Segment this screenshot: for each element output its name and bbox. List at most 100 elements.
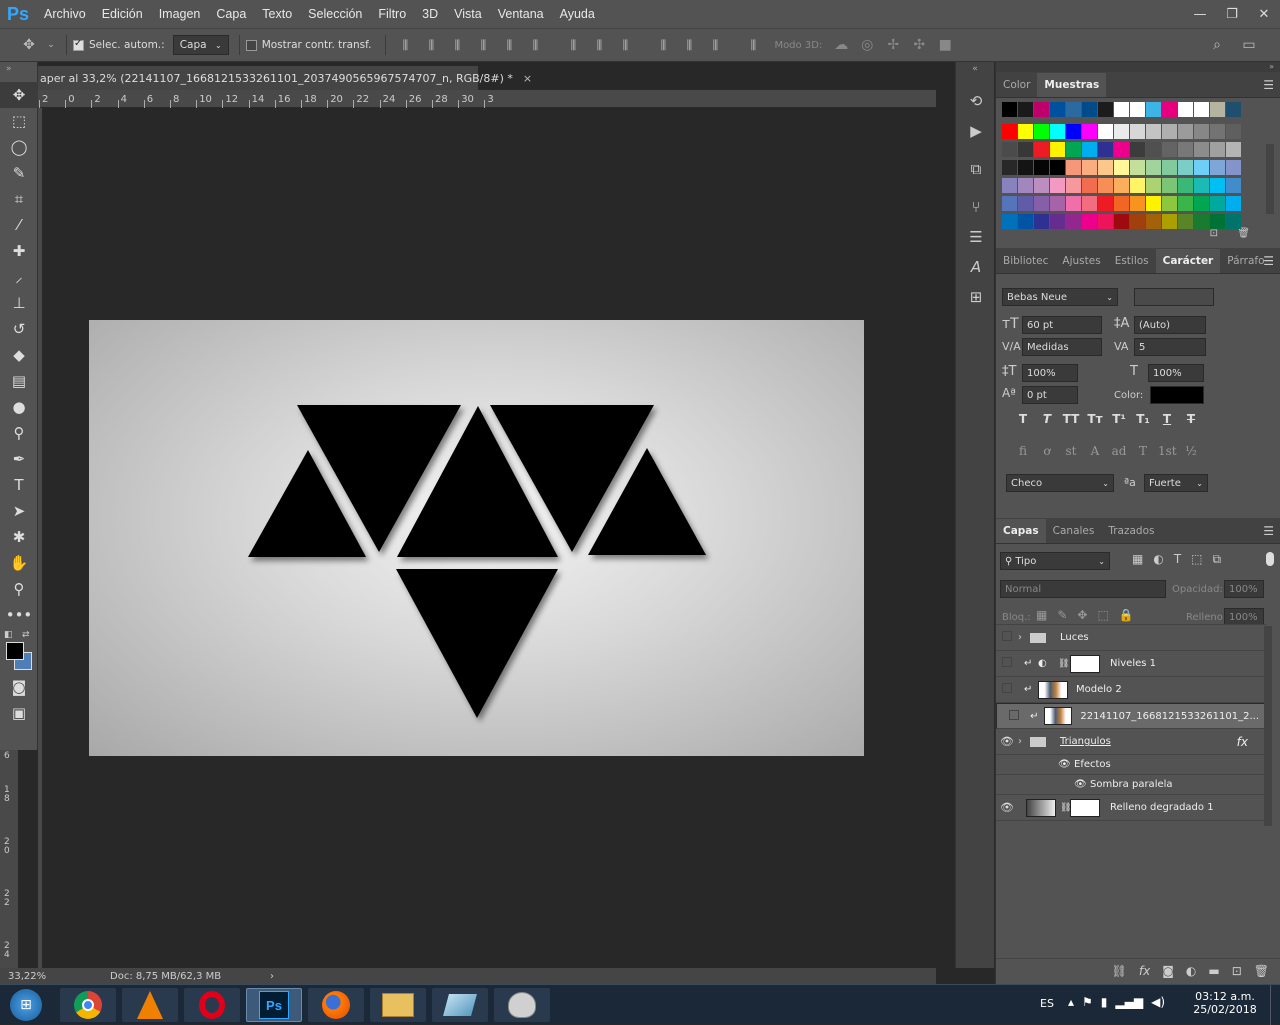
lock-all-icon[interactable]: 🔒 bbox=[1119, 608, 1134, 622]
blur-tool[interactable]: ● bbox=[0, 394, 38, 420]
swatch[interactable] bbox=[1066, 196, 1081, 211]
opentype-button[interactable]: A bbox=[1086, 444, 1104, 458]
dist-vcenter-icon[interactable]: ⫼ bbox=[590, 36, 608, 54]
layer-row[interactable]: › Luces bbox=[996, 625, 1266, 651]
explorer-taskbar-button[interactable] bbox=[370, 988, 426, 1022]
swatch[interactable] bbox=[1146, 178, 1161, 193]
input-language[interactable]: ES bbox=[1040, 997, 1054, 1010]
swatch[interactable] bbox=[1178, 160, 1193, 175]
swatch[interactable] bbox=[1018, 214, 1033, 229]
panel-menu-icon[interactable]: ☰ bbox=[1263, 254, 1274, 268]
swatch[interactable] bbox=[1050, 196, 1065, 211]
adjustments-icon[interactable]: ☰ bbox=[956, 222, 996, 252]
swatch[interactable] bbox=[1146, 214, 1161, 229]
swatch[interactable] bbox=[1162, 102, 1177, 117]
swatch[interactable] bbox=[1210, 160, 1225, 175]
lock-pixels-icon[interactable]: ✎ bbox=[1057, 608, 1067, 622]
swatch[interactable] bbox=[1130, 214, 1145, 229]
swatch[interactable] bbox=[1066, 178, 1081, 193]
opera-taskbar-button[interactable] bbox=[184, 988, 240, 1022]
swatch[interactable] bbox=[1034, 196, 1049, 211]
swatch[interactable] bbox=[1226, 102, 1241, 117]
power-icon[interactable]: ▮ bbox=[1101, 995, 1108, 1009]
swatch[interactable] bbox=[1194, 160, 1209, 175]
type-style-button[interactable]: T bbox=[1158, 412, 1176, 426]
lock-artboard-icon[interactable]: ⬚ bbox=[1097, 608, 1108, 622]
filter-pixel-icon[interactable]: ▦ bbox=[1132, 552, 1143, 567]
swatch[interactable] bbox=[1066, 124, 1081, 139]
eye-hidden-icon[interactable] bbox=[996, 631, 1018, 644]
swatch[interactable] bbox=[1066, 142, 1081, 157]
swatch[interactable] bbox=[1050, 178, 1065, 193]
libraries-icon[interactable]: ⊞ bbox=[956, 282, 996, 312]
marquee-tool[interactable]: ⬚ bbox=[0, 108, 38, 134]
swatch[interactable] bbox=[1130, 142, 1145, 157]
swatch[interactable] bbox=[1178, 102, 1193, 117]
show-desktop-button[interactable] bbox=[1270, 985, 1280, 1025]
swatch[interactable] bbox=[1066, 214, 1081, 229]
swatch[interactable] bbox=[1098, 124, 1113, 139]
paint-taskbar-button[interactable] bbox=[494, 988, 550, 1022]
swatch[interactable] bbox=[1178, 196, 1193, 211]
lasso-tool[interactable]: ◯ bbox=[0, 134, 38, 160]
eye-visible-icon[interactable]: 👁 bbox=[1074, 779, 1090, 790]
tab-styles[interactable]: Estilos bbox=[1108, 249, 1156, 273]
swatch[interactable] bbox=[1194, 196, 1209, 211]
filter-shape-icon[interactable]: ⬚ bbox=[1191, 552, 1202, 567]
photoshop-taskbar-button[interactable]: Ps bbox=[246, 988, 302, 1022]
action-center-icon[interactable]: ⚑ bbox=[1082, 995, 1093, 1009]
app-taskbar-button[interactable] bbox=[432, 988, 488, 1022]
roll-3d-icon[interactable]: ◎ bbox=[858, 36, 876, 54]
type-style-button[interactable]: T bbox=[1038, 412, 1056, 426]
screen-mode-icon[interactable]: ▣ bbox=[0, 700, 38, 726]
menu-imagen[interactable]: Imagen bbox=[151, 7, 209, 21]
swatch[interactable] bbox=[1114, 160, 1129, 175]
swatch[interactable] bbox=[1018, 178, 1033, 193]
layer-comps-icon[interactable]: ⧉ bbox=[956, 154, 996, 184]
tab-channels[interactable]: Canales bbox=[1046, 519, 1102, 543]
align-vcenter-icon[interactable]: ⫼ bbox=[422, 36, 440, 54]
link-layers-icon[interactable]: ⛓ bbox=[1112, 964, 1127, 978]
antialias-dropdown[interactable]: Fuerte ⌄ bbox=[1144, 474, 1208, 492]
type-style-button[interactable]: T bbox=[1182, 412, 1200, 426]
swatch[interactable] bbox=[1002, 124, 1017, 139]
menu-selección[interactable]: Selección bbox=[300, 7, 370, 21]
dist-right-icon[interactable]: ⫼ bbox=[706, 36, 724, 54]
menu-3d[interactable]: 3D bbox=[414, 7, 446, 21]
swatch[interactable] bbox=[1114, 178, 1129, 193]
swatch[interactable] bbox=[1146, 124, 1161, 139]
history-icon[interactable]: ⟲ bbox=[956, 86, 996, 116]
zoom-level[interactable]: 33,22% bbox=[0, 971, 110, 982]
swatch[interactable] bbox=[1194, 178, 1209, 193]
swatch[interactable] bbox=[1018, 160, 1033, 175]
swatch[interactable] bbox=[1018, 102, 1033, 117]
history-brush-tool[interactable]: ↺ bbox=[0, 316, 38, 342]
swatch[interactable] bbox=[1194, 124, 1209, 139]
quick-mask-icon[interactable]: ◙ bbox=[0, 674, 38, 700]
layer-row[interactable]: 👁 › Triangulos fx bbox=[996, 729, 1266, 755]
swatch[interactable] bbox=[1114, 142, 1129, 157]
foreground-color-swatch[interactable] bbox=[6, 642, 24, 660]
chevron-down-icon[interactable]: ⌄ bbox=[46, 36, 56, 54]
swatch[interactable] bbox=[1002, 214, 1017, 229]
tab-adjustments[interactable]: Ajustes bbox=[1055, 249, 1107, 273]
swap-colors-icon[interactable]: ⇄ bbox=[22, 630, 30, 640]
swatch[interactable] bbox=[1178, 124, 1193, 139]
swatch[interactable] bbox=[1082, 214, 1097, 229]
scale-3d-icon[interactable]: ■ bbox=[936, 36, 954, 54]
layer-row[interactable]: ↵ ◐ ⛓ Niveles 1 bbox=[996, 651, 1266, 677]
status-menu-icon[interactable]: › bbox=[270, 971, 274, 982]
zoom-tool[interactable]: ⚲ bbox=[0, 576, 38, 602]
opentype-button[interactable]: fi bbox=[1014, 444, 1032, 458]
eraser-tool[interactable]: ◆ bbox=[0, 342, 38, 368]
swatch[interactable] bbox=[1018, 142, 1033, 157]
opentype-button[interactable]: T bbox=[1134, 444, 1152, 458]
swatch[interactable] bbox=[1162, 160, 1177, 175]
baseline-shift-field[interactable]: 0 pt bbox=[1022, 386, 1078, 404]
stamp-tool[interactable]: ⊥ bbox=[0, 290, 38, 316]
show-hidden-icons-icon[interactable]: ▴ bbox=[1068, 995, 1074, 1009]
delete-layer-icon[interactable]: 🗑 bbox=[1254, 964, 1269, 978]
eye-hidden-icon[interactable] bbox=[1003, 709, 1024, 723]
auto-select-target-dropdown[interactable]: Capa ⌄ bbox=[172, 35, 229, 55]
swatch[interactable] bbox=[1130, 124, 1145, 139]
